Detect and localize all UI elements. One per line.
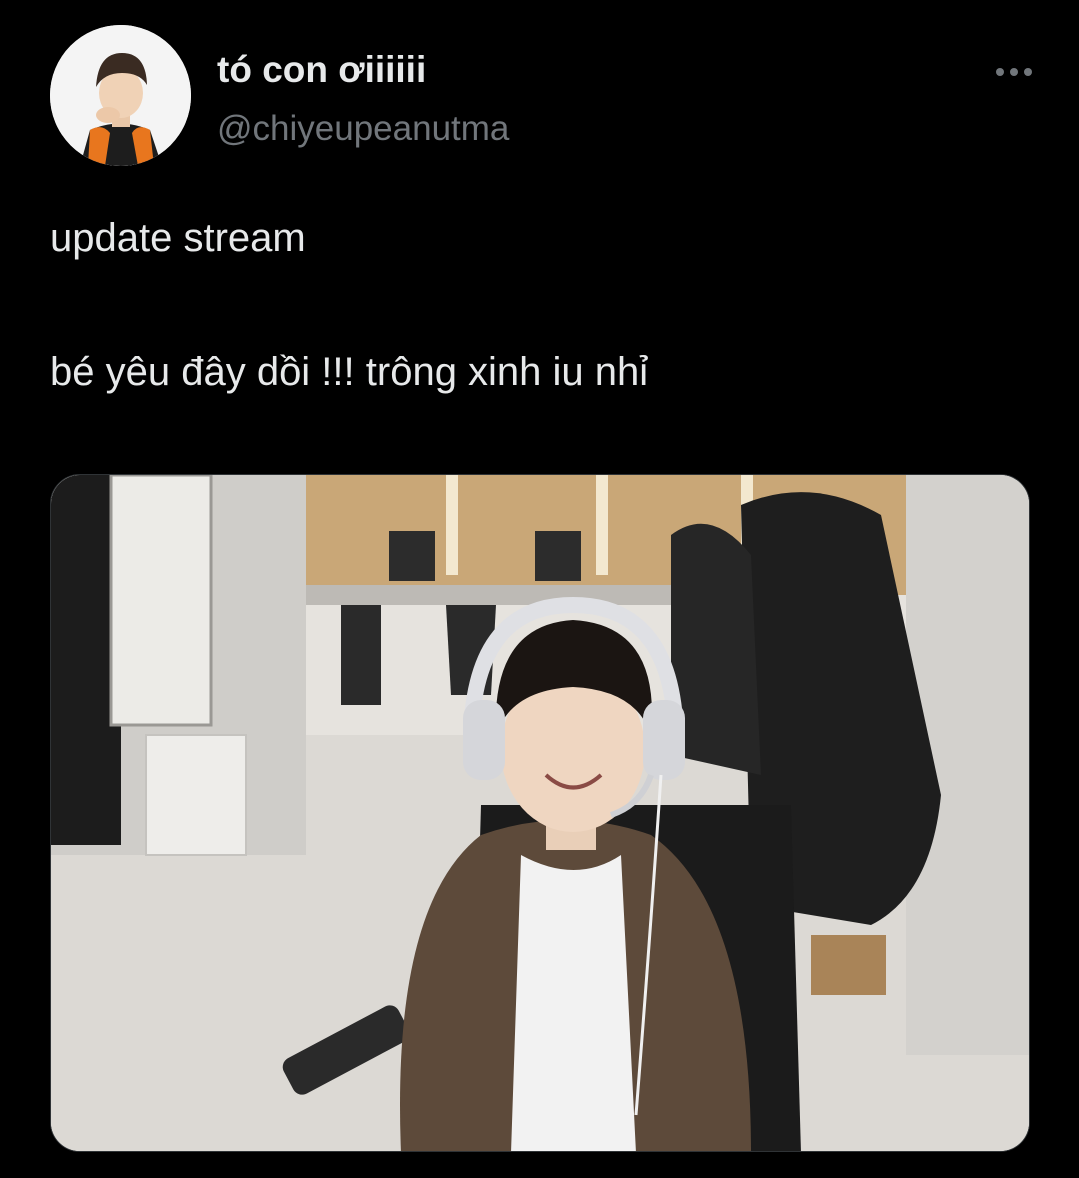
more-horizontal-icon	[996, 68, 1032, 76]
author-display-name[interactable]: tó con ơiiiiii	[217, 48, 426, 92]
avatar-image	[50, 25, 191, 166]
tweet-media-photo[interactable]	[50, 474, 1030, 1152]
more-button[interactable]	[984, 52, 1044, 92]
tweet-text-line: update stream	[50, 216, 306, 260]
avatar[interactable]	[50, 25, 191, 166]
tweet[interactable]: tó con ơiiiiii @chiyeupeanutma update st…	[0, 0, 1079, 1178]
author-handle[interactable]: @chiyeupeanutma	[217, 108, 509, 150]
tweet-text-line: bé yêu đây dồi !!! trông xinh iu nhỉ	[50, 350, 649, 394]
photo-image	[51, 475, 1029, 1151]
